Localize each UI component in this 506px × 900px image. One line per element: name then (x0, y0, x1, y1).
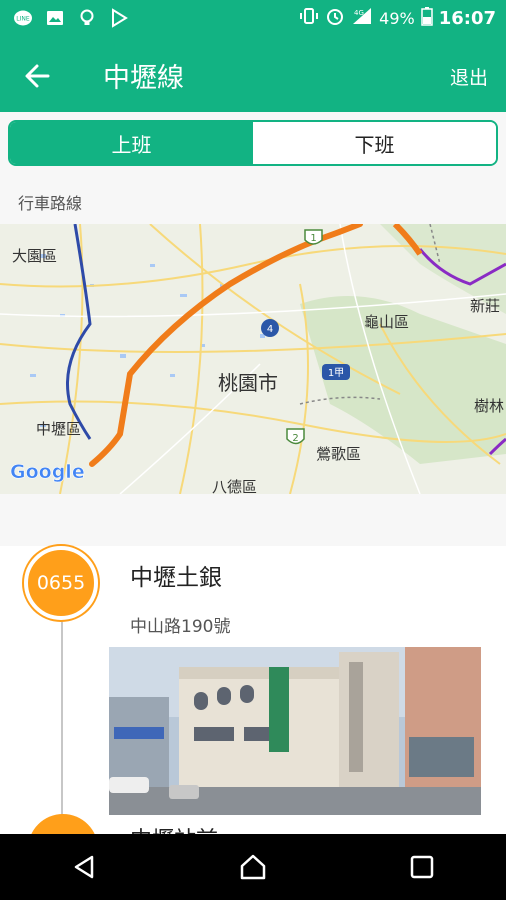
line-app-icon: LINE (12, 7, 34, 29)
map-label-bade: 八德區 (212, 478, 257, 494)
stop-address: 中山路190號 (130, 617, 231, 637)
recents-icon (410, 855, 433, 879)
map-label-zhongli: 中壢區 (36, 420, 81, 438)
svg-text:1甲: 1甲 (328, 368, 344, 379)
shift-tabs: 上班 下班 (8, 120, 498, 166)
svg-text:2: 2 (292, 433, 298, 444)
map-label-yingge: 鶯歌區 (316, 445, 361, 463)
route-shield-2-icon: 2 (286, 428, 305, 445)
map-label-xinzhuang: 新莊 (470, 297, 500, 315)
route-section-label: 行車路線 (18, 194, 83, 213)
image-icon (44, 7, 66, 29)
route-shield-4-icon: 4 (261, 319, 279, 337)
route-map[interactable]: 1 4 1甲 2 大園區 桃園市 龜山區 中壢區 八德區 鶯歌區 新莊 樹林 G… (0, 224, 506, 494)
svg-text:LINE: LINE (16, 16, 30, 23)
map-label-taoyuan: 桃園市 (218, 371, 278, 395)
play-store-icon (108, 7, 130, 29)
tab-evening-shift[interactable]: 下班 (253, 122, 496, 164)
home-icon (240, 854, 266, 880)
stop-card[interactable]: 0655 中壢土銀 中山路190號 (0, 546, 506, 836)
tab-morning-shift[interactable]: 上班 (10, 122, 253, 164)
timeline-line (61, 616, 63, 836)
map-label-guishan: 龜山區 (364, 313, 409, 331)
stop-name: 中壢土銀 (130, 565, 222, 591)
time-badge: 0655 (24, 546, 98, 620)
system-nav-bar (0, 834, 506, 900)
route-shield-1a-icon: 1甲 (322, 364, 350, 380)
back-button[interactable] (20, 58, 56, 94)
page-title: 中壢線 (103, 63, 184, 94)
spacer (0, 494, 506, 546)
signal-icon: 4G (351, 6, 373, 31)
svg-text:1: 1 (310, 233, 316, 244)
triangle-back-icon (75, 855, 94, 879)
svg-text:4: 4 (267, 324, 273, 335)
clock: 16:07 (438, 8, 496, 29)
svg-text:4G: 4G (354, 9, 364, 17)
route-shield-1-icon: 1 (304, 229, 323, 245)
nav-home-button[interactable] (229, 843, 277, 891)
status-bar: LINE 4G 49% 16:07 (0, 0, 506, 36)
lightbulb-icon (76, 7, 98, 29)
alarm-icon (325, 6, 345, 31)
map-label-shulin: 樹林 (474, 397, 504, 415)
map-label-dayuan: 大園區 (12, 247, 57, 265)
logout-button[interactable]: 退出 (450, 63, 488, 90)
nav-back-button[interactable] (60, 843, 108, 891)
map-canvas: 1 4 1甲 2 大園區 桃園市 龜山區 中壢區 八德區 鶯歌區 新莊 樹林 G… (0, 224, 506, 494)
battery-percentage: 49% (379, 9, 415, 28)
vibrate-icon (299, 6, 319, 31)
arrow-left-icon (25, 64, 50, 88)
nav-recents-button[interactable] (398, 843, 446, 891)
battery-icon (420, 6, 433, 31)
google-logo: Google (10, 461, 85, 483)
stop-photo[interactable] (109, 647, 481, 815)
app-bar: 中壢線 退出 (0, 36, 506, 112)
